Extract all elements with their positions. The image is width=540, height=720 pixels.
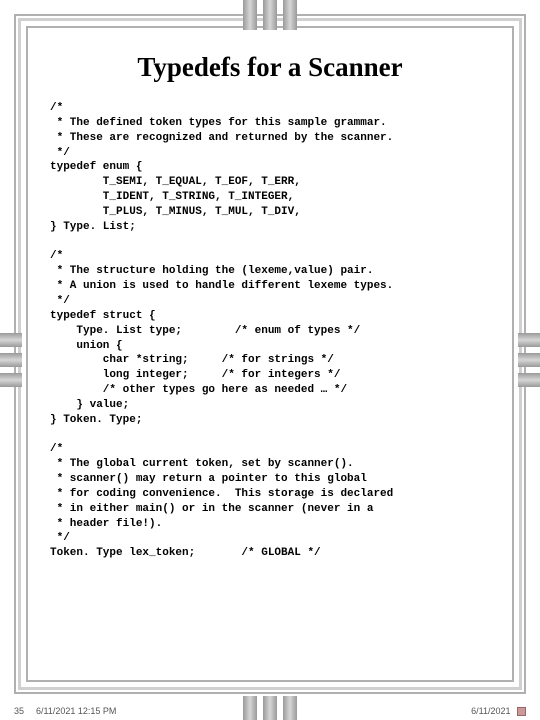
- code-block: /* * The defined token types for this sa…: [50, 101, 490, 561]
- decor-right-bars: [518, 333, 540, 387]
- footer: 35 6/11/2021 12:15 PM 6/11/2021: [0, 706, 540, 716]
- decor-left-bars: [0, 333, 22, 387]
- footer-mark-icon: [517, 707, 526, 716]
- slide-content: Typedefs for a Scanner /* * The defined …: [26, 26, 514, 682]
- decor-top-bars: [243, 0, 297, 30]
- slide-title: Typedefs for a Scanner: [50, 52, 490, 83]
- footer-date: 6/11/2021: [471, 706, 510, 716]
- page-number: 35: [14, 706, 24, 716]
- timestamp: 6/11/2021 12:15 PM: [36, 706, 116, 716]
